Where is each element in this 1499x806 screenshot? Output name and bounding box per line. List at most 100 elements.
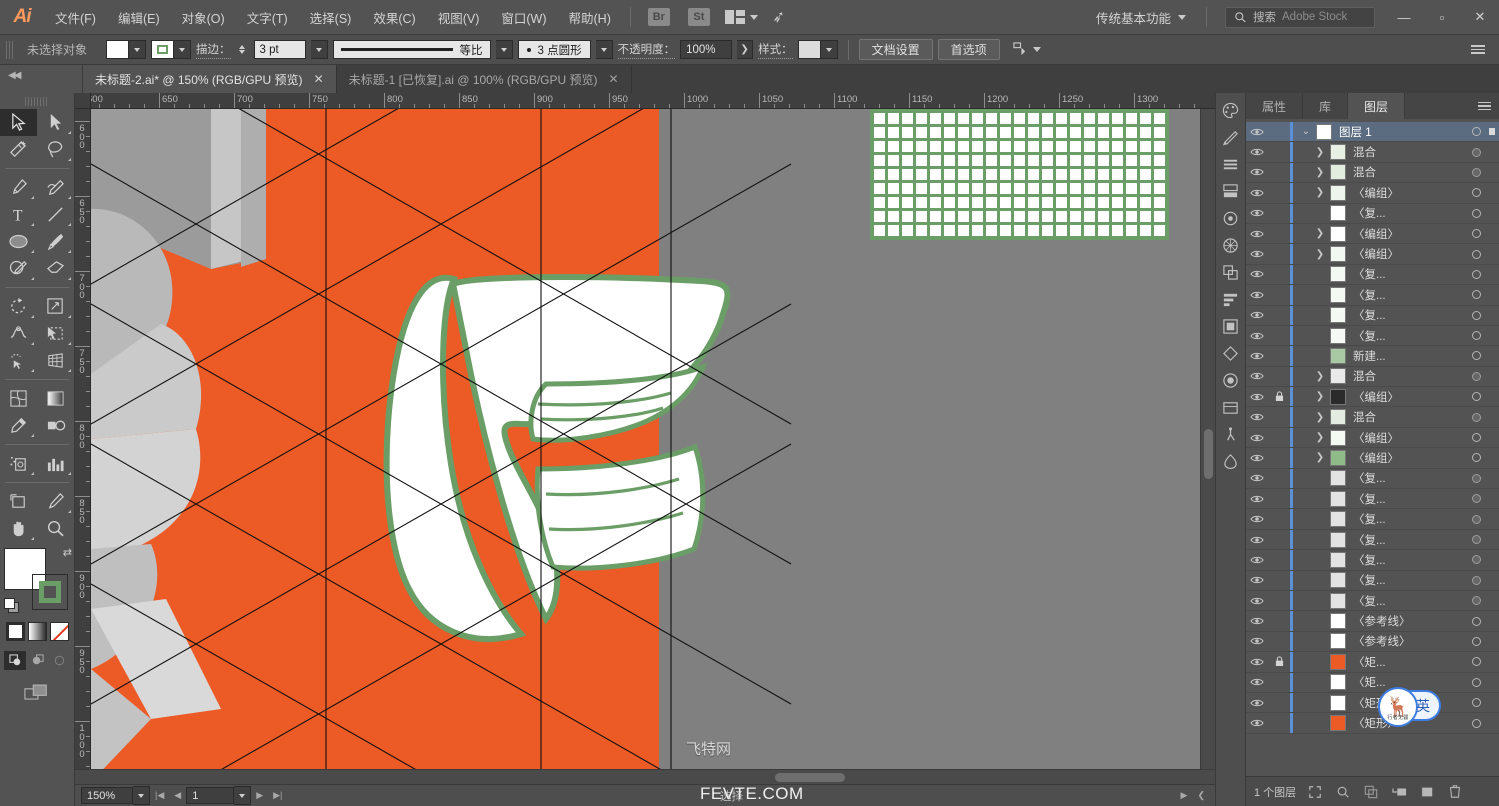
tab-libraries[interactable]: 库 bbox=[1303, 93, 1349, 119]
search-icon[interactable] bbox=[1334, 783, 1352, 801]
target-indicator[interactable] bbox=[1463, 127, 1489, 137]
menu-help[interactable]: 帮助(H) bbox=[558, 0, 622, 34]
stroke-color-control[interactable] bbox=[151, 40, 192, 59]
layer-row[interactable]: 〈矩... bbox=[1246, 672, 1499, 693]
graphic-style-control[interactable] bbox=[797, 40, 838, 59]
draw-behind-icon[interactable] bbox=[26, 651, 48, 670]
shaper-tool[interactable] bbox=[0, 255, 37, 282]
target-indicator[interactable] bbox=[1463, 677, 1489, 687]
target-indicator[interactable] bbox=[1463, 310, 1489, 320]
links-icon[interactable] bbox=[1218, 421, 1244, 447]
canvas-horizontal-scrollbar[interactable] bbox=[75, 769, 1215, 784]
layer-rows-container[interactable]: ⌄ 图层 1 ❯ 混合 ❯ 混合 ❯ 〈编组〉 〈复... ❯ 〈编组〉 ❯ 〈编组〉 〈复... 〈复..… bbox=[1246, 119, 1499, 776]
layer-name[interactable]: 〈复... bbox=[1353, 287, 1463, 303]
eye-icon[interactable] bbox=[1246, 412, 1268, 422]
none-button[interactable] bbox=[49, 622, 69, 641]
layer-name[interactable]: 〈编组〉 bbox=[1353, 246, 1463, 262]
stroke-swatch[interactable] bbox=[151, 40, 175, 59]
layer-row[interactable]: 〈矩形〉 bbox=[1246, 692, 1499, 714]
canvas-vertical-scrollbar[interactable] bbox=[1200, 109, 1215, 769]
close-button[interactable]: ✕ bbox=[1461, 0, 1499, 34]
default-fill-stroke-icon[interactable] bbox=[4, 598, 20, 614]
paintbrush-tool[interactable] bbox=[37, 228, 74, 255]
eye-icon[interactable] bbox=[1246, 127, 1268, 137]
stroke-weight-label[interactable]: 描边： bbox=[196, 41, 231, 59]
chevron-right-icon[interactable]: ❯ bbox=[1310, 452, 1330, 463]
eye-icon[interactable] bbox=[1246, 698, 1268, 708]
layer-row[interactable]: 〈复... bbox=[1246, 305, 1499, 326]
layer-name[interactable]: 〈矩... bbox=[1353, 654, 1463, 670]
target-indicator[interactable] bbox=[1463, 371, 1489, 381]
layer-row[interactable]: 〈复... bbox=[1246, 529, 1499, 551]
rocket-icon[interactable]: ➶ bbox=[770, 6, 787, 28]
layer-row[interactable]: 〈复... bbox=[1246, 468, 1499, 490]
locate-object-icon[interactable] bbox=[1306, 783, 1324, 801]
target-indicator[interactable] bbox=[1463, 249, 1489, 259]
appearance-icon[interactable] bbox=[1218, 232, 1244, 258]
chevron-right-icon[interactable]: ❯ bbox=[1310, 187, 1330, 198]
hand-tool[interactable] bbox=[0, 515, 37, 542]
magic-wand-tool[interactable] bbox=[0, 136, 37, 163]
layer-row[interactable]: 〈复... bbox=[1246, 509, 1499, 530]
layer-name[interactable]: 〈编组〉 bbox=[1353, 185, 1463, 201]
minimize-button[interactable]: — bbox=[1385, 0, 1423, 34]
eye-icon[interactable] bbox=[1246, 269, 1268, 279]
menu-type[interactable]: 文字(T) bbox=[236, 0, 299, 34]
eye-icon[interactable] bbox=[1246, 514, 1268, 524]
eye-icon[interactable] bbox=[1246, 616, 1268, 626]
control-bar-menu-button[interactable] bbox=[1471, 45, 1485, 54]
opacity-input[interactable]: 100% bbox=[680, 40, 733, 59]
color-panel-icon[interactable] bbox=[1218, 97, 1244, 123]
lasso-tool[interactable] bbox=[37, 136, 74, 163]
stock-icon[interactable]: St bbox=[687, 8, 710, 26]
preferences-button[interactable]: 首选项 bbox=[937, 39, 1000, 60]
layer-name[interactable]: 混合 bbox=[1353, 368, 1463, 384]
layer-name[interactable]: 〈复... bbox=[1353, 307, 1463, 323]
tab-properties[interactable]: 属性 bbox=[1246, 93, 1304, 119]
target-indicator[interactable] bbox=[1463, 167, 1489, 177]
screen-mode-button[interactable] bbox=[24, 684, 50, 705]
create-sublayer-icon[interactable] bbox=[1390, 783, 1408, 801]
stroke-profile-selector[interactable]: 等比 bbox=[332, 40, 491, 59]
layer-name[interactable]: 〈参考线〉 bbox=[1353, 613, 1463, 629]
target-indicator[interactable] bbox=[1463, 657, 1489, 667]
layer-name[interactable]: 〈复... bbox=[1353, 593, 1463, 609]
layer-name[interactable]: 〈矩... bbox=[1353, 674, 1463, 690]
menu-select[interactable]: 选择(S) bbox=[299, 0, 363, 34]
chevron-right-icon[interactable]: ❯ bbox=[1310, 432, 1330, 443]
eye-icon[interactable] bbox=[1246, 494, 1268, 504]
blend-tool[interactable] bbox=[37, 412, 74, 439]
layer-name[interactable]: 〈复... bbox=[1353, 470, 1463, 486]
layer-name[interactable]: 新建... bbox=[1353, 348, 1463, 364]
layer-name[interactable]: 〈编组〉 bbox=[1353, 430, 1463, 446]
stroke-profile-dropdown-button[interactable] bbox=[495, 40, 513, 59]
eye-icon[interactable] bbox=[1246, 392, 1268, 402]
layer-row[interactable]: ❯ 混合 bbox=[1246, 366, 1499, 388]
ellipse-tool[interactable] bbox=[0, 228, 37, 255]
target-indicator[interactable] bbox=[1463, 535, 1489, 544]
eye-icon[interactable] bbox=[1246, 249, 1268, 259]
eye-icon[interactable] bbox=[1246, 310, 1268, 320]
layer-name[interactable]: 〈复... bbox=[1353, 532, 1463, 548]
layer-row[interactable]: 〈复... bbox=[1246, 325, 1499, 347]
chevron-right-icon[interactable]: ❯ bbox=[1310, 147, 1330, 158]
stroke-weight-stepper[interactable] bbox=[236, 40, 249, 59]
scale-tool[interactable] bbox=[37, 293, 74, 320]
scrollbar-thumb[interactable] bbox=[1204, 429, 1213, 479]
zoom-tool[interactable] bbox=[37, 515, 74, 542]
direct-selection-tool[interactable] bbox=[37, 109, 74, 136]
layer-row[interactable]: ❯ 〈编组〉 bbox=[1246, 387, 1499, 408]
artboard-tool[interactable] bbox=[0, 488, 37, 515]
eraser-tool[interactable] bbox=[37, 255, 74, 282]
target-indicator[interactable] bbox=[1463, 412, 1489, 422]
eye-icon[interactable] bbox=[1246, 473, 1268, 483]
chevron-right-icon[interactable]: ❯ bbox=[1310, 167, 1330, 178]
transform-icon[interactable] bbox=[1218, 259, 1244, 285]
eye-icon[interactable] bbox=[1246, 188, 1268, 198]
target-indicator[interactable] bbox=[1463, 188, 1489, 198]
tab-layers[interactable]: 图层 bbox=[1348, 93, 1406, 119]
collect-in-new-layer-icon[interactable] bbox=[1362, 783, 1380, 801]
maximize-button[interactable]: ▫ bbox=[1423, 0, 1461, 34]
menu-object[interactable]: 对象(O) bbox=[171, 0, 236, 34]
close-icon[interactable]: ✕ bbox=[609, 72, 619, 86]
